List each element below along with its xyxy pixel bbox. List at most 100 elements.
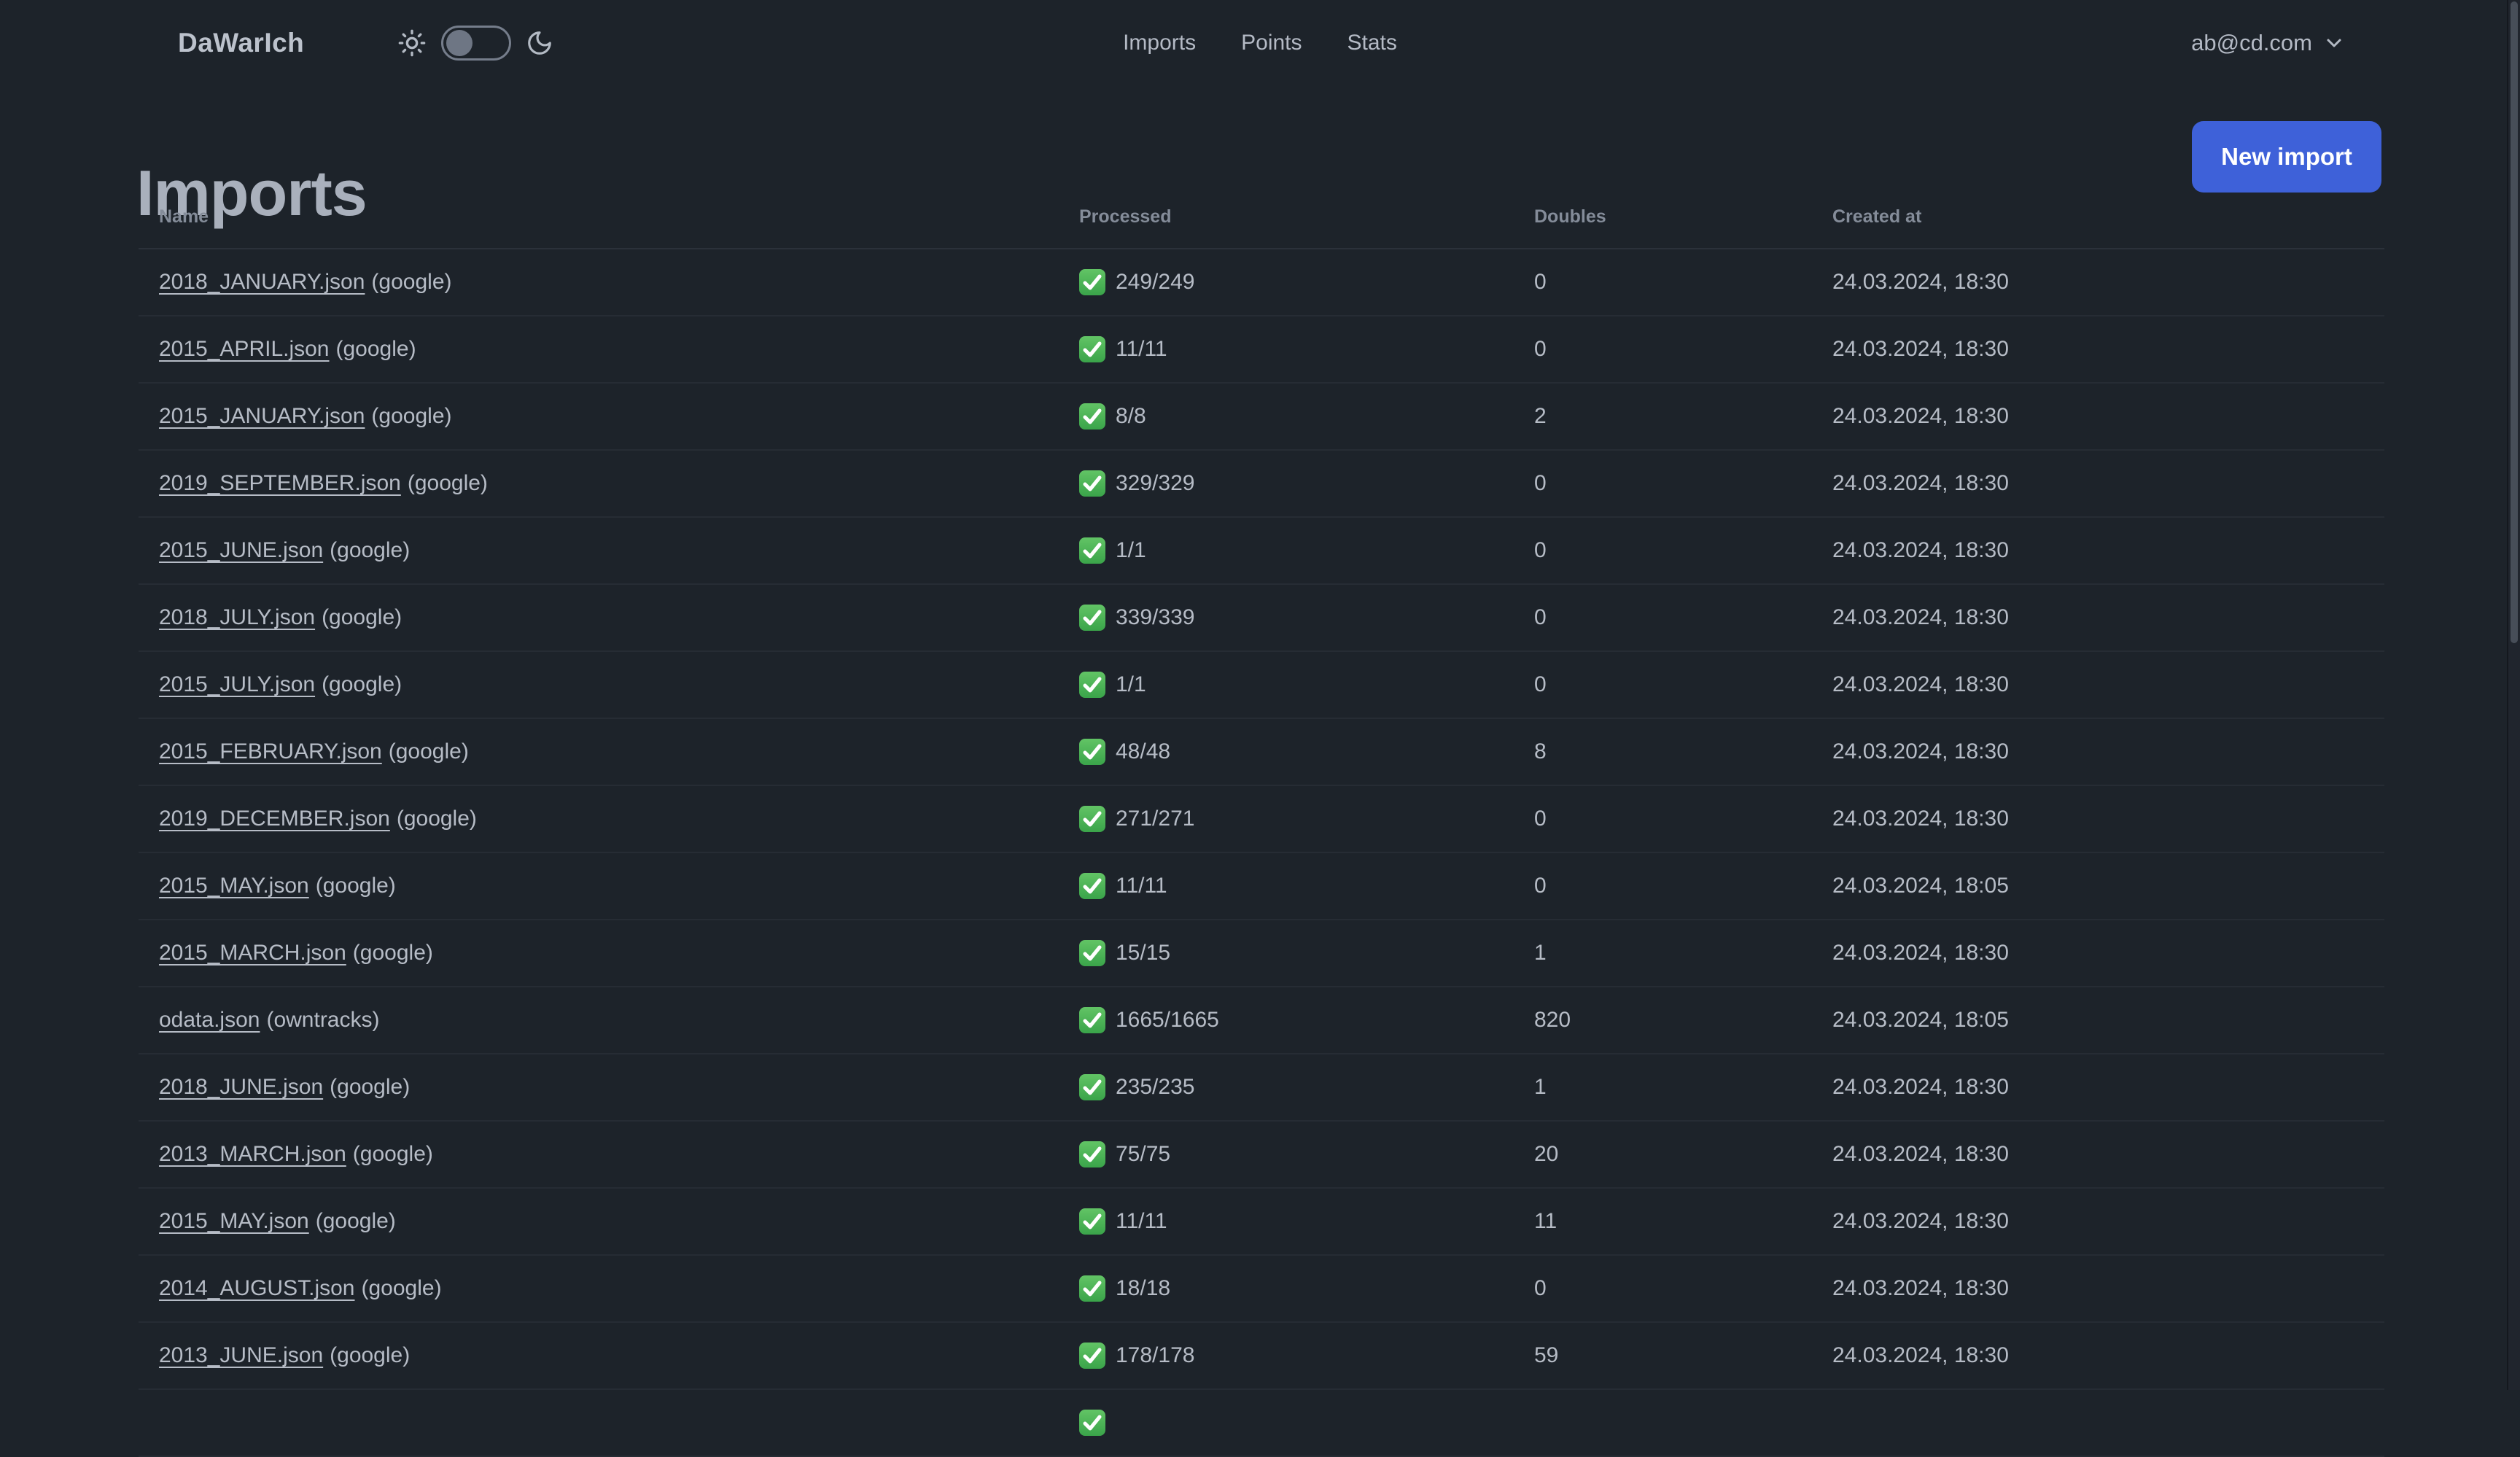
import-file-link[interactable]: 2019_DECEMBER.json [159,807,390,831]
created-at: 24.03.2024, 18:05 [1832,874,2009,898]
processed-cell: 235/235 [1059,1074,1514,1100]
user-menu[interactable]: ab@cd.com [2191,0,2344,86]
name-cell: 2018_JANUARY.json (google) [139,270,1059,295]
import-file-link[interactable]: 2015_MAY.json [159,874,309,898]
name-cell: 2015_MAY.json (google) [139,874,1059,898]
import-file-link[interactable]: odata.json [159,1008,260,1032]
doubles-count: 20 [1534,1142,1559,1166]
import-file-link[interactable]: 2018_JUNE.json [159,1075,323,1099]
import-file-link[interactable]: 2014_AUGUST.json [159,1276,354,1300]
import-file-link[interactable]: 2015_MAY.json [159,1209,309,1233]
processed-count: 235/235 [1116,1075,1195,1099]
doubles-count: 0 [1534,1276,1547,1300]
name-cell: 2015_MAY.json (google) [139,1209,1059,1234]
name-cell: 2015_APRIL.json (google) [139,337,1059,362]
name-cell: odata.json (owntracks) [139,1008,1059,1033]
import-file-link[interactable]: 2015_JANUARY.json [159,404,365,428]
check-icon [1079,1275,1105,1302]
created-at: 24.03.2024, 18:30 [1832,1209,2009,1233]
import-source: (google) [315,874,396,898]
name-cell: 2014_AUGUST.json (google) [139,1276,1059,1301]
import-file-link[interactable]: 2018_JULY.json [159,605,315,629]
import-file-link[interactable]: 2015_APRIL.json [159,337,330,361]
processed-count: 178/178 [1116,1343,1195,1367]
import-file-link[interactable]: 2015_FEBRUARY.json [159,739,382,764]
doubles-count: 0 [1534,807,1547,831]
doubles-count: 11 [1534,1209,1558,1233]
import-source: (google) [322,672,402,696]
created-at: 24.03.2024, 18:30 [1832,471,2009,495]
nav-link-points[interactable]: Points [1241,31,1302,55]
doubles-count: 820 [1534,1008,1571,1032]
column-header-created-at: Created at [1832,206,1922,227]
new-import-button[interactable]: New import [2192,121,2381,193]
name-cell: 2015_JUNE.json (google) [139,538,1059,563]
processed-cell: 1665/1665 [1059,1007,1514,1033]
processed-cell: 11/11 [1059,336,1514,362]
processed-count: 8/8 [1116,404,1146,428]
table-row: 2013_MARCH.json (google) 75/75 20 24.03.2… [139,1122,2384,1189]
check-icon [1079,1074,1105,1100]
table-row: 2015_MAY.json (google) 11/11 11 24.03.202… [139,1189,2384,1256]
created-at: 24.03.2024, 18:30 [1832,672,2009,696]
table-row [139,1390,2384,1457]
import-file-link[interactable]: 2015_JUNE.json [159,538,323,562]
check-icon [1079,806,1105,832]
processed-count: 339/339 [1116,605,1195,629]
processed-count: 15/15 [1116,941,1171,965]
processed-count: 11/11 [1116,874,1167,898]
processed-count: 48/48 [1116,739,1171,764]
import-file-link[interactable]: 2015_MARCH.json [159,941,346,965]
import-source: (google) [335,337,416,361]
moon-icon [526,29,553,57]
processed-count: 11/11 [1116,337,1167,361]
name-cell: 2018_JUNE.json (google) [139,1075,1059,1100]
doubles-count: 0 [1534,605,1547,629]
name-cell: 2019_DECEMBER.json (google) [139,807,1059,831]
processed-count: 1/1 [1116,672,1146,696]
processed-count: 249/249 [1116,270,1195,294]
table-row: 2013_JUNE.json (google) 178/178 59 24.03.… [139,1323,2384,1390]
created-at: 24.03.2024, 18:30 [1832,337,2009,361]
doubles-count: 1 [1534,1075,1547,1099]
table-row: 2019_DECEMBER.json (google) 271/271 0 24.… [139,786,2384,853]
app-logo[interactable]: DaWarIch [178,0,304,86]
imports-table: Name Processed Doubles Created at 2018_J… [139,185,2384,1457]
import-file-link[interactable]: 2018_JANUARY.json [159,270,365,294]
toggle-knob [446,30,472,56]
theme-toggle-switch[interactable] [441,26,511,61]
created-at: 24.03.2024, 18:30 [1832,1142,2009,1166]
check-icon [1079,605,1105,631]
import-file-link[interactable]: 2013_MARCH.json [159,1142,346,1166]
table-row: 2015_MARCH.json (google) 15/15 1 24.03.20… [139,920,2384,987]
table-row: 2019_SEPTEMBER.json (google) 329/329 0 24… [139,451,2384,518]
created-at: 24.03.2024, 18:30 [1832,605,2009,629]
nav-link-imports[interactable]: Imports [1123,31,1196,55]
processed-cell: 1/1 [1059,537,1514,564]
processed-cell: 271/271 [1059,806,1514,832]
processed-count: 1/1 [1116,538,1146,562]
table-row: 2018_JUNE.json (google) 235/235 1 24.03.2… [139,1054,2384,1122]
import-source: (google) [396,807,477,831]
name-cell: 2015_JULY.json (google) [139,672,1059,697]
processed-count: 11/11 [1116,1209,1167,1233]
name-cell: 2013_JUNE.json (google) [139,1343,1059,1368]
processed-count: 18/18 [1116,1276,1171,1300]
import-file-link[interactable]: 2013_JUNE.json [159,1343,323,1367]
check-icon [1079,470,1105,497]
import-file-link[interactable]: 2015_JULY.json [159,672,315,696]
doubles-count: 0 [1534,337,1547,361]
nav-link-stats[interactable]: Stats [1348,31,1397,55]
processed-cell: 11/11 [1059,1208,1514,1235]
import-source: (google) [388,739,469,764]
doubles-count: 2 [1534,404,1547,428]
doubles-count: 0 [1534,538,1547,562]
import-file-link[interactable]: 2019_SEPTEMBER.json [159,471,401,495]
processed-cell: 329/329 [1059,470,1514,497]
check-icon [1079,1343,1105,1369]
import-source: (google) [361,1276,442,1300]
created-at: 24.03.2024, 18:30 [1832,1075,2009,1099]
scrollbar-thumb[interactable] [2511,1,2518,643]
created-at: 24.03.2024, 18:30 [1832,404,2009,428]
doubles-count: 59 [1534,1343,1559,1367]
